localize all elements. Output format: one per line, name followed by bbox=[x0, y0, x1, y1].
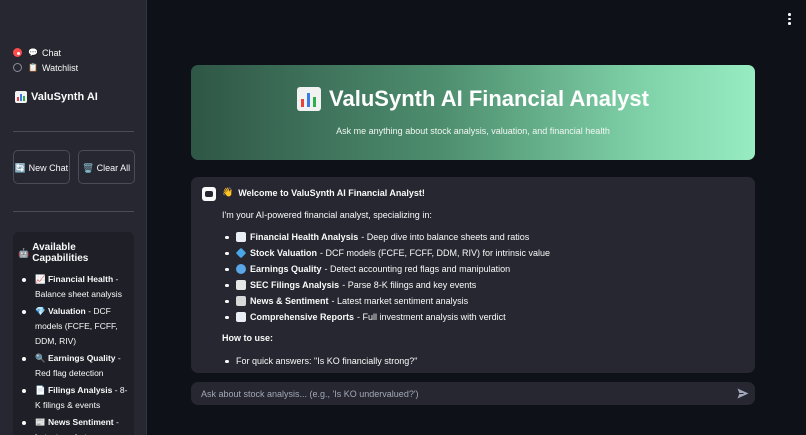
hero-title-text: ValuSynth AI Financial Analyst bbox=[329, 86, 649, 111]
welcome-line: 👋 Welcome to ValuSynth AI Financial Anal… bbox=[222, 187, 742, 198]
capabilities-title-text: Available Capabilities bbox=[32, 242, 89, 264]
newspaper-icon: 📰 bbox=[35, 417, 46, 427]
document-icon: 📄 bbox=[35, 385, 46, 395]
nav-radio-group: 💬 Chat 📋 Watchlist bbox=[13, 45, 78, 75]
feature-desc: - Parse 8-K filings and key events bbox=[342, 280, 477, 290]
radio-selected-indicator[interactable] bbox=[13, 48, 22, 57]
assistant-avatar-icon bbox=[202, 187, 216, 201]
bar-chart-icon bbox=[297, 87, 322, 111]
kebab-dot bbox=[788, 17, 791, 20]
feature-item: Financial Health Analysis - Deep dive int… bbox=[222, 231, 742, 243]
welcome-text: Welcome to ValuSynth AI Financial Analys… bbox=[238, 187, 425, 198]
capability-item: 📈 Financial Health - Balance sheet analy… bbox=[18, 272, 130, 302]
capabilities-list: 📈 Financial Health - Balance sheet analy… bbox=[18, 272, 130, 435]
robot-face-icon bbox=[205, 191, 213, 197]
feature-item: SEC Filings Analysis - Parse 8-K filings … bbox=[222, 279, 742, 291]
assistant-message: 👋 Welcome to ValuSynth AI Financial Anal… bbox=[191, 177, 755, 373]
feature-item: Earnings Quality - Detect accounting red … bbox=[222, 263, 742, 275]
feature-item: News & Sentiment - Latest market sentimen… bbox=[222, 295, 742, 307]
hero-banner: ValuSynth AI Financial Analyst Ask me an… bbox=[191, 65, 755, 160]
capability-item: 📰 News Sentiment - Latest market news bbox=[18, 415, 130, 435]
nav-label-chat: Chat bbox=[41, 47, 61, 58]
magnifier-icon: 🔍 bbox=[35, 353, 46, 363]
sidebar-divider bbox=[13, 211, 134, 212]
main-menu-button[interactable] bbox=[788, 13, 792, 25]
intro-text: I'm your AI-powered financial analyst, s… bbox=[222, 210, 432, 220]
refresh-icon: 🔄 bbox=[14, 163, 27, 173]
app-title-text: ValuSynth AI bbox=[31, 91, 98, 103]
robot-icon: 🤖 bbox=[18, 247, 30, 258]
magnifier-icon bbox=[236, 264, 246, 274]
capability-name: Financial Health bbox=[47, 274, 114, 284]
send-icon[interactable] bbox=[737, 388, 749, 399]
message-content: 👋 Welcome to ValuSynth AI Financial Anal… bbox=[222, 187, 742, 373]
capability-name: News Sentiment bbox=[47, 417, 114, 427]
capability-name: Valuation bbox=[47, 306, 86, 316]
chat-input[interactable] bbox=[191, 382, 755, 405]
feature-item: Stock Valuation - DCF models (FCFE, FCFF,… bbox=[222, 247, 742, 259]
capability-name: Earnings Quality bbox=[47, 353, 116, 363]
capabilities-panel: 🤖 Available Capabilities 📈 Financial Hea… bbox=[13, 232, 134, 435]
sidebar-app-title: ValuSynth AI bbox=[15, 91, 98, 103]
new-chat-label: New Chat bbox=[28, 163, 69, 173]
feature-desc: - Detect accounting red flags and manipu… bbox=[324, 264, 511, 274]
howto-text: For quick answers: "Is KO financially st… bbox=[236, 356, 418, 366]
feature-name: Comprehensive Reports bbox=[250, 312, 355, 322]
kebab-dot bbox=[788, 22, 791, 25]
speech-bubble-icon: 💬 bbox=[28, 48, 38, 57]
chart-up-icon bbox=[236, 232, 246, 242]
capability-name: Filings Analysis bbox=[47, 385, 113, 395]
kebab-dot bbox=[788, 13, 791, 16]
sidebar-divider bbox=[13, 131, 134, 132]
bar-chart-icon bbox=[236, 312, 246, 322]
trash-icon: 🗑️ bbox=[82, 163, 95, 173]
hero-subtitle: Ask me anything about stock analysis, va… bbox=[336, 126, 610, 136]
howto-list: For quick answers: "Is KO financially st… bbox=[222, 355, 742, 367]
sidebar: 💬 Chat 📋 Watchlist ValuSynth AI 🔄 New Ch… bbox=[0, 0, 147, 435]
howto-title: How to use: bbox=[222, 333, 273, 343]
hero-title: ValuSynth AI Financial Analyst bbox=[191, 86, 755, 112]
feature-name: Earnings Quality bbox=[250, 264, 322, 274]
waving-hand-icon: 👋 bbox=[222, 187, 234, 197]
howto-item: For quick answers: "Is KO financially st… bbox=[222, 355, 742, 367]
feature-desc: - DCF models (FCFE, FCFF, DDM, RIV) for … bbox=[320, 248, 551, 258]
nav-option-watchlist[interactable]: 📋 Watchlist bbox=[13, 60, 78, 75]
feature-desc: - Latest market sentiment analysis bbox=[331, 296, 469, 306]
feature-list: Financial Health Analysis - Deep dive int… bbox=[222, 231, 742, 323]
feature-name: Financial Health Analysis bbox=[250, 232, 359, 242]
feature-desc: - Deep dive into balance sheets and rati… bbox=[361, 232, 530, 242]
capability-item: 💎 Valuation - DCF models (FCFE, FCFF, DD… bbox=[18, 304, 130, 349]
clear-all-label: Clear All bbox=[96, 163, 131, 173]
nav-option-chat[interactable]: 💬 Chat bbox=[13, 45, 78, 60]
newspaper-icon bbox=[236, 296, 246, 306]
capabilities-title: 🤖 Available Capabilities bbox=[18, 242, 130, 264]
capability-item: 📄 Filings Analysis - 8-K filings & event… bbox=[18, 383, 130, 413]
document-icon bbox=[236, 280, 246, 290]
new-chat-button[interactable]: 🔄 New Chat bbox=[13, 150, 70, 184]
gem-icon bbox=[235, 247, 247, 259]
clipboard-icon: 📋 bbox=[28, 63, 38, 72]
feature-desc: - Full investment analysis with verdict bbox=[357, 312, 506, 322]
feature-item: Comprehensive Reports - Full investment a… bbox=[222, 311, 742, 323]
bar-chart-icon bbox=[15, 91, 27, 103]
radio-unselected-indicator[interactable] bbox=[13, 63, 22, 72]
feature-name: SEC Filings Analysis bbox=[250, 280, 340, 290]
clear-all-button[interactable]: 🗑️ Clear All bbox=[78, 150, 135, 184]
nav-label-watchlist: Watchlist bbox=[41, 62, 79, 73]
chart-up-icon: 📈 bbox=[35, 274, 46, 284]
capability-item: 🔍 Earnings Quality - Red flag detection bbox=[18, 351, 130, 381]
feature-name: News & Sentiment bbox=[250, 296, 329, 306]
gem-icon: 💎 bbox=[35, 306, 46, 316]
feature-name: Stock Valuation bbox=[250, 248, 318, 258]
